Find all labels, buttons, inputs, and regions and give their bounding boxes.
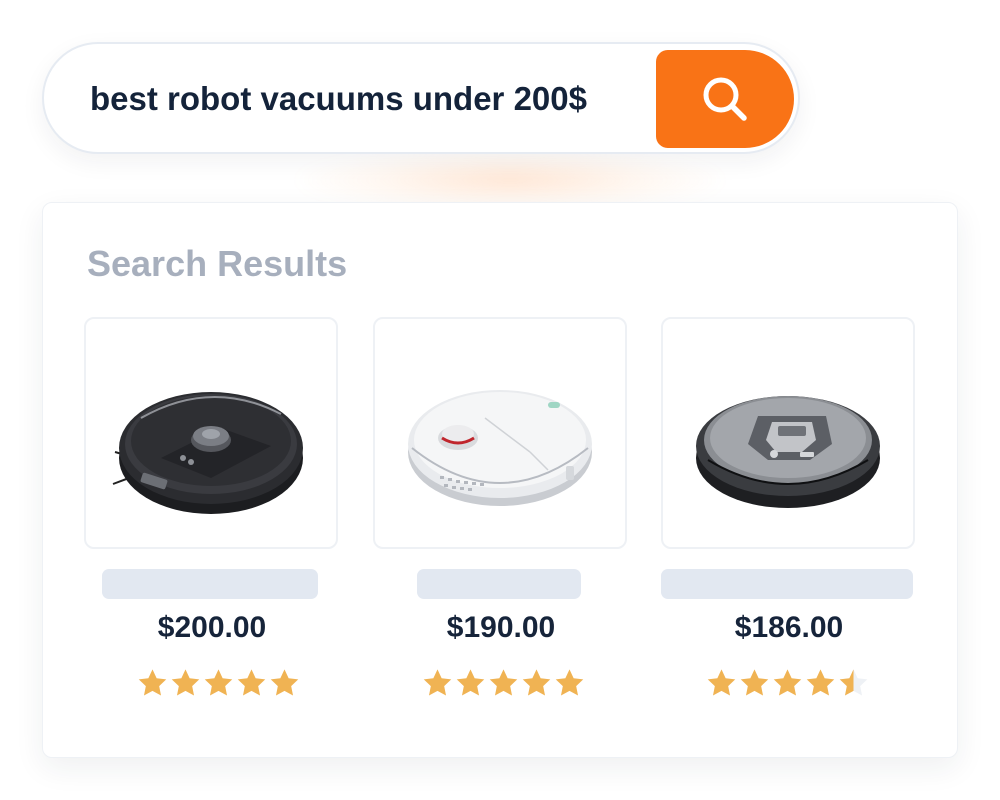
product-price: $190.00	[446, 611, 556, 644]
product-card[interactable]: $186.00	[661, 317, 917, 707]
search-bar	[42, 42, 800, 154]
star-icon	[555, 669, 584, 696]
star-icon	[489, 669, 518, 696]
star-rating	[136, 667, 301, 699]
product-title-placeholder	[661, 569, 913, 599]
star-icon	[204, 669, 233, 696]
star-rating	[421, 667, 586, 699]
star-icon	[138, 669, 167, 696]
white-robot-vacuum-image	[408, 390, 592, 506]
star-icon	[171, 669, 200, 696]
product-image[interactable]	[84, 317, 338, 549]
star-icon	[707, 669, 736, 696]
star-icon	[423, 669, 452, 696]
star-rating	[705, 667, 870, 699]
search-glow	[300, 150, 720, 210]
page: Search Results	[0, 0, 1000, 800]
star-icon	[740, 669, 769, 696]
gray-robot-vacuum-image	[696, 396, 880, 508]
search-icon	[703, 77, 747, 121]
star-icon	[237, 669, 266, 696]
product-card[interactable]: $190.00	[373, 317, 629, 707]
product-image[interactable]	[373, 317, 627, 549]
results-card: Search Results $200.00 $190.00 $186.00	[42, 202, 958, 758]
product-price: $186.00	[734, 611, 844, 644]
product-card[interactable]: $200.00	[84, 317, 340, 707]
star-icon	[270, 669, 299, 696]
star-icon	[806, 669, 835, 696]
product-title-placeholder	[102, 569, 318, 599]
product-title-placeholder	[417, 569, 581, 599]
search-button[interactable]	[656, 50, 794, 148]
search-input[interactable]	[90, 72, 630, 126]
star-icon	[522, 669, 551, 696]
results-heading: Search Results	[87, 243, 348, 284]
product-image[interactable]	[661, 317, 915, 549]
half-star-icon	[839, 669, 868, 696]
star-icon	[773, 669, 802, 696]
black-robot-vacuum-image	[112, 392, 303, 514]
product-price: $200.00	[157, 611, 267, 644]
star-icon	[456, 669, 485, 696]
